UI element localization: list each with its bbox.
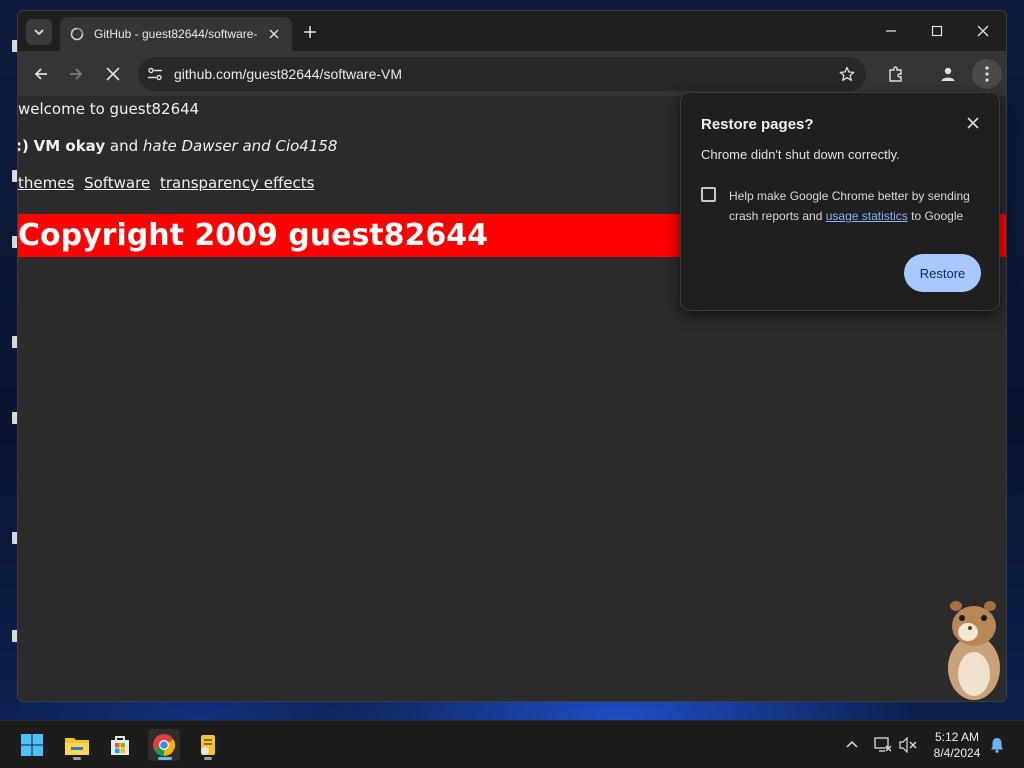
dialog-title: Restore pages? [701,116,814,133]
forward-button[interactable] [64,62,88,86]
bell-icon [991,738,1003,753]
chevron-up-icon [846,740,858,748]
start-icon [21,734,43,756]
stop-icon [106,67,120,81]
tab-search-button[interactable] [26,19,52,45]
url-text: github.com/guest82644/software-VM [174,66,403,82]
checkbox-suffix: to Google [911,209,964,223]
notifications-button[interactable] [987,735,1007,755]
maximize-icon [931,25,943,37]
menu-button[interactable] [972,59,1002,89]
dialog-message: Chrome didn't shut down correctly. [701,147,900,162]
desktop-icon[interactable] [0,236,20,262]
puzzle-icon [889,66,902,82]
forward-arrow-icon [70,68,83,80]
site-info-icon[interactable] [146,65,164,83]
copyright-text: Copyright 2009 guest82644 [18,218,489,253]
back-arrow-icon [34,68,47,80]
dialog-close-button[interactable] [965,115,981,131]
start-button[interactable] [16,729,48,761]
usage-stats-checkbox[interactable] [701,187,716,202]
kebab-menu-icon [985,66,989,82]
tab-close-icon[interactable] [266,26,282,42]
desktop-icon[interactable] [0,40,20,66]
notepad-icon [201,735,215,755]
clock-date: 8/4/2024 [933,746,981,760]
chevron-down-icon [34,29,44,36]
restore-pages-dialog: Restore pages? Chrome didn't shut down c… [680,92,1000,311]
network-icon [874,737,892,752]
transparency-effects-link[interactable]: transparency effects [160,174,314,192]
link-row: themes Software transparency effects [18,174,319,192]
person-icon [941,67,955,81]
desktop-icon[interactable] [0,336,20,362]
file-explorer-icon [65,738,89,755]
desktop-icon[interactable] [0,532,20,558]
address-bar[interactable]: github.com/guest82644/software-VM [138,57,866,91]
maximize-button[interactable] [927,21,947,41]
volume-muted-icon [899,737,917,753]
notepad-button[interactable] [192,729,224,761]
usage-statistics-link[interactable]: usage statistics [826,209,908,223]
minimize-icon [886,30,896,32]
chrome-icon [153,734,175,756]
status-prefix: :) [17,137,29,155]
close-icon [977,25,989,37]
extensions-button[interactable] [884,62,908,86]
tab-active[interactable]: GitHub - guest82644/software- [60,17,292,51]
clock-time: 5:12 AM [934,730,980,744]
tab-strip: GitHub - guest82644/software- [18,11,1006,51]
microsoft-store-button[interactable] [104,729,136,761]
volume-button[interactable] [898,735,918,755]
bookmark-star-icon[interactable] [838,65,856,83]
plus-icon [304,26,316,38]
desktop-icon[interactable] [0,630,20,656]
network-button[interactable] [873,735,893,755]
status-line: :) VM okay and hate Dawser and Cio4158 [17,137,338,155]
minimize-button[interactable] [881,21,901,41]
stop-loading-button[interactable] [101,62,125,86]
new-tab-button[interactable] [300,22,320,42]
welcome-text: welcome to guest82644 [18,100,200,118]
tab-title: GitHub - guest82644/software- [94,27,258,41]
status-italic: hate Dawser and Cio4158 [142,137,338,155]
software-link[interactable]: Software [84,174,150,192]
profile-button[interactable] [936,62,960,86]
restore-button[interactable]: Restore [904,254,981,292]
themes-link[interactable]: themes [18,174,74,192]
loading-favicon-icon [70,27,84,41]
browser-toolbar: github.com/guest82644/software-VM [18,51,1006,97]
chrome-button[interactable] [148,729,180,761]
taskbar: 5:12 AM 8/4/2024 [0,720,1024,768]
desktop-icon[interactable] [0,412,20,438]
microsoft-store-icon [111,736,129,755]
status-and: and [109,137,139,155]
checkbox-label: Help make Google Chrome better by sendin… [729,186,989,226]
desktop-icon[interactable] [0,170,20,196]
hamster-image [940,596,1006,702]
back-button[interactable] [29,62,53,86]
close-window-button[interactable] [973,21,993,41]
close-icon [967,117,979,129]
show-hidden-icons-button[interactable] [842,735,862,755]
status-bold: VM okay [33,137,106,155]
system-clock[interactable]: 5:12 AM 8/4/2024 [922,729,992,761]
file-explorer-button[interactable] [61,729,93,761]
